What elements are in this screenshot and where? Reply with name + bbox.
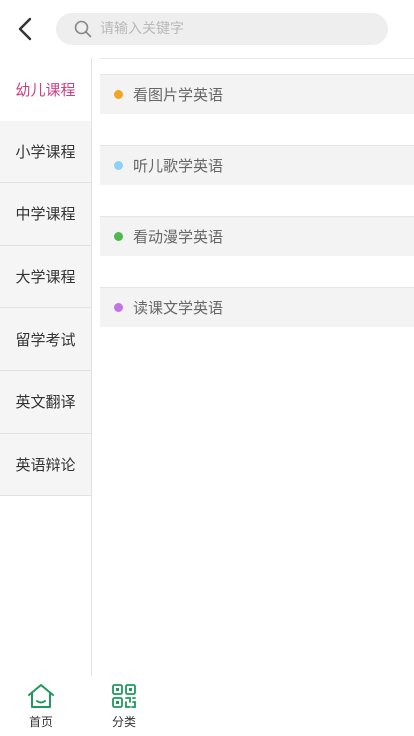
list-item-label: 听儿歌学英语 xyxy=(133,157,224,175)
bullet-dot-icon xyxy=(114,303,123,312)
search-bar[interactable] xyxy=(56,13,388,45)
sidebar-item-label: 英文翻译 xyxy=(15,393,76,412)
bullet-dot-icon xyxy=(114,90,123,99)
nav-home-label: 首页 xyxy=(28,715,53,729)
sidebar-item-label: 大学课程 xyxy=(15,268,76,287)
sidebar-item-label: 中学课程 xyxy=(15,205,76,224)
search-icon xyxy=(74,20,92,38)
category-sidebar: 幼儿课程 小学课程 中学课程 大学课程 留学考试 英文翻译 英语辩论 xyxy=(0,58,92,676)
list-item-label: 读课文学英语 xyxy=(133,299,224,317)
sidebar-item-debate[interactable]: 英语辩论 xyxy=(0,433,91,497)
sidebar-item-translation[interactable]: 英文翻译 xyxy=(0,370,91,434)
sidebar-item-university[interactable]: 大学课程 xyxy=(0,245,91,309)
chevron-left-icon xyxy=(18,17,32,41)
bottom-nav: 首页 分类 xyxy=(0,676,414,736)
subcategory-list: 看图片学英语 听儿歌学英语 看动漫学英语 读课文学英语 xyxy=(100,74,414,358)
sidebar-item-label: 幼儿课程 xyxy=(15,80,76,99)
list-item[interactable]: 看动漫学英语 xyxy=(100,216,414,256)
list-item[interactable]: 看图片学英语 xyxy=(100,74,414,114)
search-input[interactable] xyxy=(100,21,370,37)
qr-grid-icon xyxy=(109,682,139,710)
header-divider xyxy=(100,58,414,59)
sidebar-item-label: 小学课程 xyxy=(15,142,76,161)
header-bar xyxy=(0,0,414,58)
bullet-dot-icon xyxy=(114,161,123,170)
list-item[interactable]: 听儿歌学英语 xyxy=(100,145,414,185)
list-item-label: 看图片学英语 xyxy=(133,86,224,104)
bullet-dot-icon xyxy=(114,232,123,241)
sidebar-item-primary[interactable]: 小学课程 xyxy=(0,120,91,184)
sidebar-item-label: 英语辩论 xyxy=(15,455,76,474)
nav-category-label: 分类 xyxy=(111,715,136,729)
sidebar-item-label: 留学考试 xyxy=(15,330,76,349)
list-item[interactable]: 读课文学英语 xyxy=(100,287,414,327)
sidebar-item-middle-school[interactable]: 中学课程 xyxy=(0,183,91,246)
sidebar-item-preschool[interactable]: 幼儿课程 xyxy=(0,58,91,121)
back-button[interactable] xyxy=(10,12,40,46)
home-icon xyxy=(26,682,56,710)
sidebar-item-study-abroad[interactable]: 留学考试 xyxy=(0,308,91,371)
nav-home[interactable]: 首页 xyxy=(16,682,66,730)
list-item-label: 看动漫学英语 xyxy=(133,228,224,246)
nav-category[interactable]: 分类 xyxy=(99,682,149,730)
